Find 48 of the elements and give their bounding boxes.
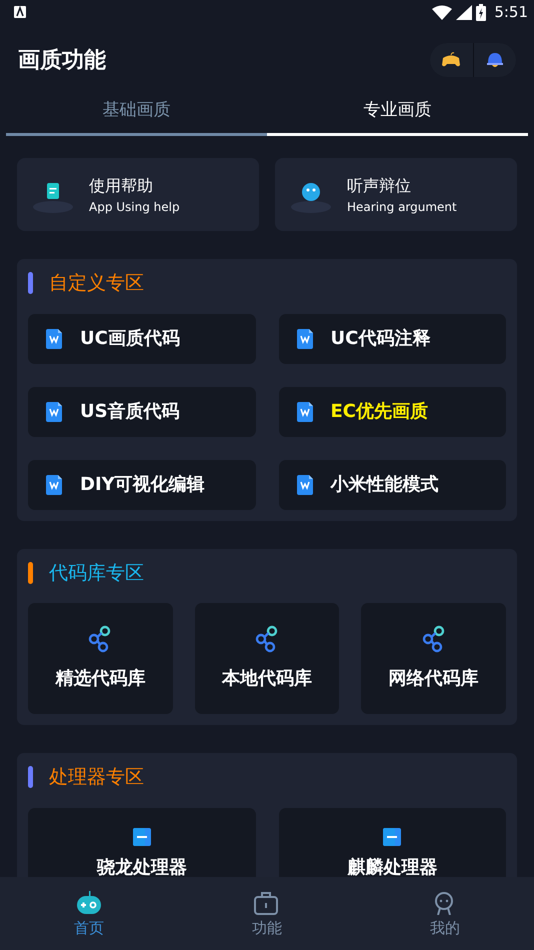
tab[interactable]: 基础画质 (6, 96, 267, 136)
document-icon (296, 474, 312, 494)
chip-icon (383, 828, 402, 846)
feature-tile[interactable]: 麒麟处理器 (278, 808, 506, 876)
card-title: 听声辩位 (347, 174, 412, 196)
wifi-icon (432, 4, 452, 20)
robot-icon (76, 891, 102, 915)
document-icon (296, 402, 312, 422)
help-card[interactable]: 使用帮助 App Using help (17, 158, 259, 231)
nav-tab[interactable]: 功能 (178, 877, 356, 950)
share-icon (254, 625, 279, 653)
status-time: 5:51 (494, 2, 528, 23)
card-subtitle: App Using help (89, 198, 180, 216)
feature-tile[interactable]: 小米性能模式 (278, 460, 506, 510)
feature-tile[interactable]: 本地代码库 (194, 603, 340, 714)
share-icon (88, 625, 112, 653)
card-subtitle: Hearing argument (347, 198, 457, 216)
document-icon (46, 474, 62, 494)
chip-icon (132, 828, 151, 846)
feature-tile[interactable]: UC画质代码 (28, 314, 256, 364)
document-icon (46, 328, 62, 348)
section-title: 处理器专区 (49, 765, 144, 790)
document-icon (46, 402, 62, 422)
bell-button[interactable] (472, 43, 516, 77)
feature-tile[interactable]: UC代码注释 (278, 314, 506, 364)
gamepad-button[interactable] (430, 43, 472, 77)
card-title: 使用帮助 (89, 174, 154, 196)
feature-tile[interactable]: 骁龙处理器 (28, 808, 256, 876)
battery-icon (476, 4, 486, 20)
signal-icon (456, 4, 472, 20)
document-icon (296, 328, 312, 348)
feature-tile[interactable]: US音质代码 (28, 386, 256, 436)
page-title: 画质功能 (18, 46, 106, 74)
section-title: 自定义专区 (49, 271, 144, 296)
tab[interactable]: 专业画质 (267, 96, 528, 136)
feature-tile[interactable]: 精选代码库 (28, 603, 173, 714)
feature-tile[interactable]: 网络代码库 (361, 603, 506, 714)
gamepad-icon (441, 52, 462, 68)
feature-tile[interactable]: DIY可视化编辑 (28, 460, 256, 510)
notification-icon (14, 6, 26, 18)
help-card[interactable]: 听声辩位 Hearing argument (275, 158, 517, 231)
feature-tile[interactable]: EC优先画质 (278, 386, 506, 436)
briefcase-icon (254, 891, 280, 915)
share-icon (422, 625, 446, 653)
nav-tab[interactable]: 我的 (356, 877, 534, 950)
section-title: 代码库专区 (49, 560, 144, 586)
bell-icon (486, 51, 504, 69)
nav-tab[interactable]: 首页 (0, 877, 178, 950)
